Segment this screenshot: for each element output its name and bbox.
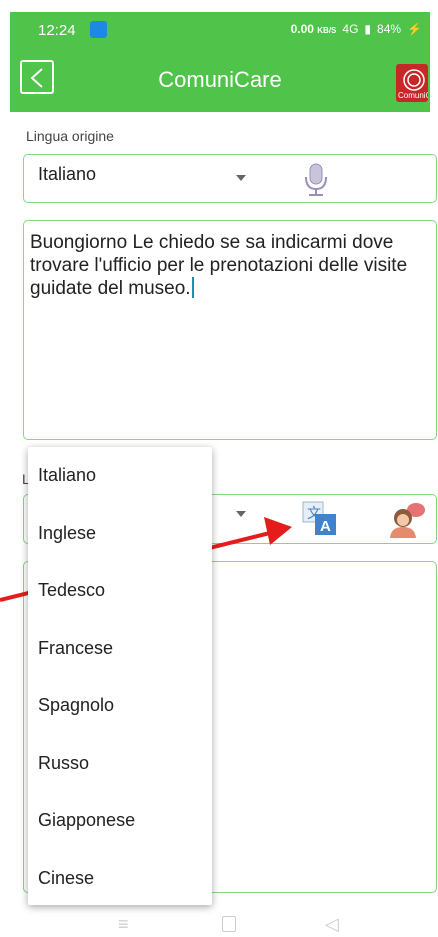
menu-icon[interactable]: ≡	[118, 914, 129, 935]
back-nav-icon[interactable]: ◁	[325, 914, 339, 935]
dropdown-option-tedesco[interactable]: Tedesco	[28, 562, 212, 620]
dropdown-option-russo[interactable]: Russo	[28, 735, 212, 793]
home-icon[interactable]	[222, 916, 236, 932]
language-dropdown-menu: Italiano Inglese Tedesco Francese Spagno…	[28, 447, 212, 905]
system-nav-bar: ≡ ◁	[0, 912, 438, 937]
dropdown-option-francese[interactable]: Francese	[28, 620, 212, 678]
dropdown-option-italiano[interactable]: Italiano	[28, 447, 212, 505]
dropdown-option-giapponese[interactable]: Giapponese	[28, 792, 212, 850]
dropdown-option-inglese[interactable]: Inglese	[28, 505, 212, 563]
dropdown-option-spagnolo[interactable]: Spagnolo	[28, 677, 212, 735]
dropdown-option-cinese[interactable]: Cinese	[28, 850, 212, 908]
